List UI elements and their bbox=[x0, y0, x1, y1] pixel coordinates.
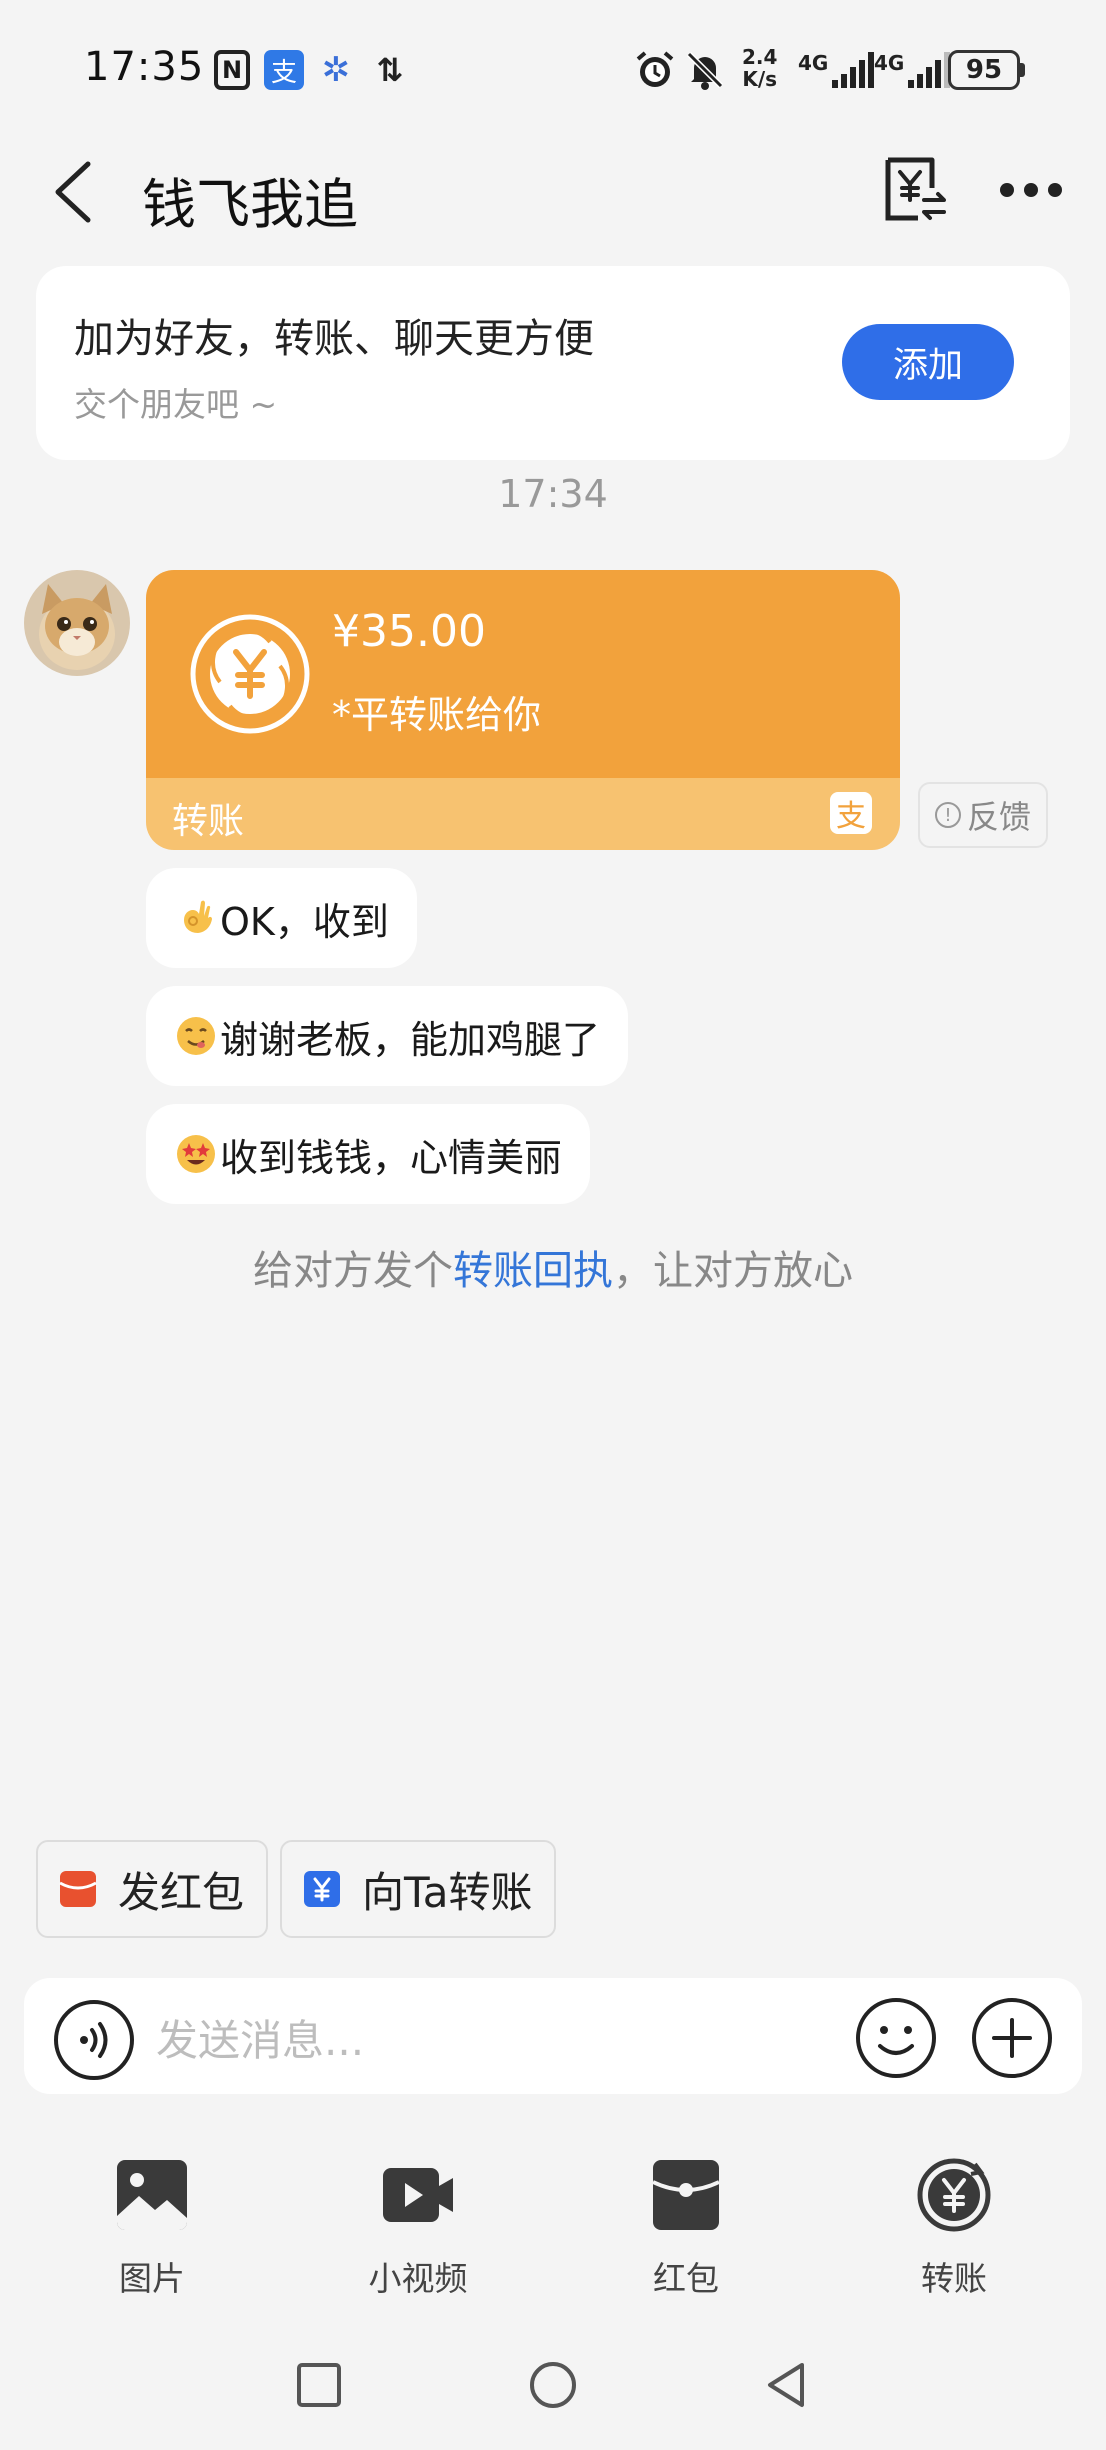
star-eyes-face-emoji-icon bbox=[177, 1135, 215, 1173]
video-icon bbox=[383, 2168, 453, 2222]
transfer-note: *平转账给你 bbox=[332, 693, 542, 737]
recent-apps-icon[interactable] bbox=[294, 2360, 344, 2410]
mute-icon bbox=[684, 46, 726, 94]
add-friend-title: 加为好友，转账、聊天更方便 bbox=[74, 316, 594, 362]
message-bubble[interactable]: 谢谢老板，能加鸡腿了 bbox=[146, 986, 629, 1086]
tool-video-label: 小视频 bbox=[368, 2259, 468, 2298]
avatar[interactable] bbox=[24, 570, 130, 676]
nfc-icon: N bbox=[214, 50, 250, 90]
settings-notification-icon: ✲ bbox=[321, 50, 351, 90]
battery-icon: 95 bbox=[948, 46, 1025, 94]
transfer-card-footer bbox=[146, 778, 900, 850]
tool-transfer[interactable]: 转账 bbox=[864, 2156, 1044, 2298]
tool-image-label: 图片 bbox=[119, 2259, 185, 2298]
yum-face-emoji-icon bbox=[177, 1017, 215, 1055]
status-time: 17:35 bbox=[84, 44, 205, 90]
transfer-amount: ¥35.00 bbox=[332, 606, 486, 657]
image-icon bbox=[117, 2160, 187, 2230]
tool-video[interactable]: 小视频 bbox=[328, 2156, 508, 2298]
transfer-coin-icon bbox=[190, 614, 310, 734]
message-input[interactable] bbox=[156, 2000, 816, 2080]
plus-icon[interactable] bbox=[970, 1996, 1054, 2080]
battery-level: 95 bbox=[965, 55, 1003, 85]
add-friend-subtitle: 交个朋友吧 ~ bbox=[74, 385, 278, 424]
message-text: 谢谢老板，能加鸡腿了 bbox=[220, 1017, 601, 1062]
alipay-logo-icon: 支 bbox=[830, 792, 872, 834]
alipay-notification-icon: 支 bbox=[264, 50, 304, 90]
signal-sim1: 4G bbox=[798, 46, 876, 94]
tool-red-packet-label: 红包 bbox=[653, 2259, 719, 2298]
quick-red-packet-button[interactable]: 发红包 bbox=[36, 1840, 269, 1938]
data-transfer-icon: ⇅ bbox=[376, 51, 404, 89]
message-text: 收到钱钱，心情美丽 bbox=[220, 1135, 563, 1180]
feedback-label: 反馈 bbox=[966, 798, 1031, 836]
quick-red-packet-label: 发红包 bbox=[118, 1867, 245, 1917]
transfer-receipt-link[interactable]: 转账回执 bbox=[453, 1248, 613, 1294]
message-bubble[interactable]: 收到钱钱，心情美丽 bbox=[146, 1104, 591, 1204]
red-packet-icon bbox=[59, 1871, 97, 1907]
message-bubble[interactable]: OK，收到 bbox=[146, 868, 417, 968]
red-packet-icon bbox=[652, 2160, 720, 2230]
back-icon[interactable] bbox=[46, 156, 106, 228]
network-speed: 2.4 K/s bbox=[742, 45, 778, 91]
chat-title: 钱飞我追 bbox=[142, 173, 358, 236]
transfer-icon bbox=[304, 1871, 340, 1907]
quick-transfer-button[interactable]: 向Ta转账 bbox=[280, 1840, 557, 1938]
feedback-button[interactable]: ! 反馈 bbox=[918, 782, 1048, 848]
transfer-message-card[interactable]: ¥35.00 *平转账给你 转账 支 bbox=[146, 570, 900, 850]
emoji-icon[interactable] bbox=[854, 1996, 938, 2080]
transfer-icon bbox=[917, 2158, 991, 2232]
ok-hand-emoji-icon bbox=[184, 900, 212, 933]
signal-sim2: 4G bbox=[874, 46, 952, 94]
transfer-label: 转账 bbox=[172, 801, 245, 842]
add-friend-button[interactable]: 添加 bbox=[842, 324, 1014, 400]
receipt-tip: 给对方发个转账回执，让对方放心 bbox=[253, 1248, 853, 1294]
message-text: OK，收到 bbox=[220, 899, 389, 944]
more-options-icon[interactable] bbox=[998, 172, 1064, 208]
info-icon: ! bbox=[934, 802, 961, 828]
voice-input-icon[interactable] bbox=[52, 1998, 136, 2082]
quick-transfer-label: 向Ta转账 bbox=[362, 1867, 533, 1917]
transfer-receipt-icon[interactable] bbox=[878, 154, 950, 226]
chat-timestamp: 17:34 bbox=[498, 472, 608, 516]
tool-transfer-label: 转账 bbox=[921, 2259, 987, 2298]
back-nav-icon[interactable] bbox=[762, 2360, 812, 2410]
tool-red-packet[interactable]: 红包 bbox=[596, 2156, 776, 2298]
alarm-icon bbox=[634, 46, 676, 94]
home-icon[interactable] bbox=[528, 2360, 578, 2410]
tool-image[interactable]: 图片 bbox=[62, 2156, 242, 2298]
status-bar: 17:35 N 支 ✲ ⇅ 2.4 K/s 4G 4G 95 bbox=[0, 0, 1106, 130]
